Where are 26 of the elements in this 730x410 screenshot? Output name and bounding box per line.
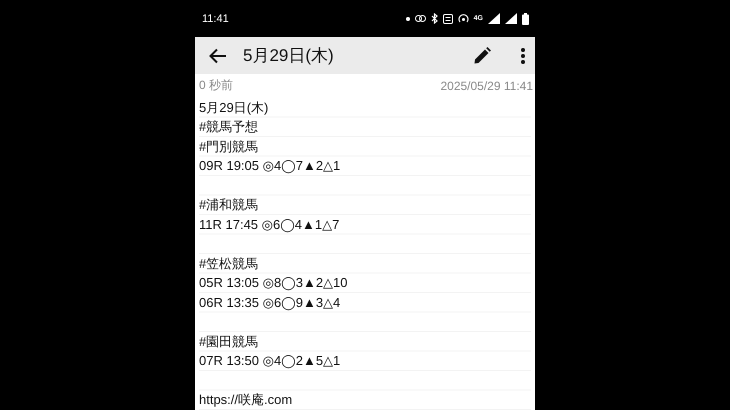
- bluetooth-icon: [430, 13, 438, 24]
- signal-icon: [488, 13, 500, 24]
- more-options-icon[interactable]: [521, 48, 525, 64]
- note-line: https://咲庵.com: [199, 391, 292, 410]
- pencil-icon[interactable]: [474, 47, 491, 64]
- dot-icon: [406, 16, 410, 20]
- note-line: #門別競馬: [199, 138, 258, 156]
- note-line: #園田競馬: [199, 332, 258, 351]
- hotspot-icon: [458, 14, 469, 24]
- note-line: 06R 13:35 ◎6◯9▲3△4: [199, 294, 340, 311]
- note-line: 5月29日(木): [199, 98, 268, 117]
- timestamp: 2025/05/29 11:41: [440, 78, 533, 92]
- note-line: #競馬予想: [199, 118, 258, 136]
- note-line: 07R 13:50 ◎4◯2▲5△1: [199, 353, 340, 370]
- battery-icon: [522, 12, 529, 24]
- signal-icon: [505, 13, 517, 24]
- back-arrow-icon[interactable]: [209, 48, 227, 64]
- note-line: 09R 19:05 ◎4◯7▲2△1: [199, 158, 340, 174]
- note-line: #笠松競馬: [199, 254, 258, 273]
- link-icon: [414, 15, 426, 22]
- note-title: 5月29日(木): [243, 45, 335, 67]
- relative-time: 0 秒前: [199, 77, 234, 94]
- note-line: 05R 13:05 ◎8◯3▲2△10: [199, 275, 348, 292]
- note-line: 11R 17:45 ◎6◯4▲1△7: [199, 216, 340, 233]
- clock-time: 11:41: [202, 12, 229, 24]
- note-line: #浦和競馬: [199, 196, 258, 214]
